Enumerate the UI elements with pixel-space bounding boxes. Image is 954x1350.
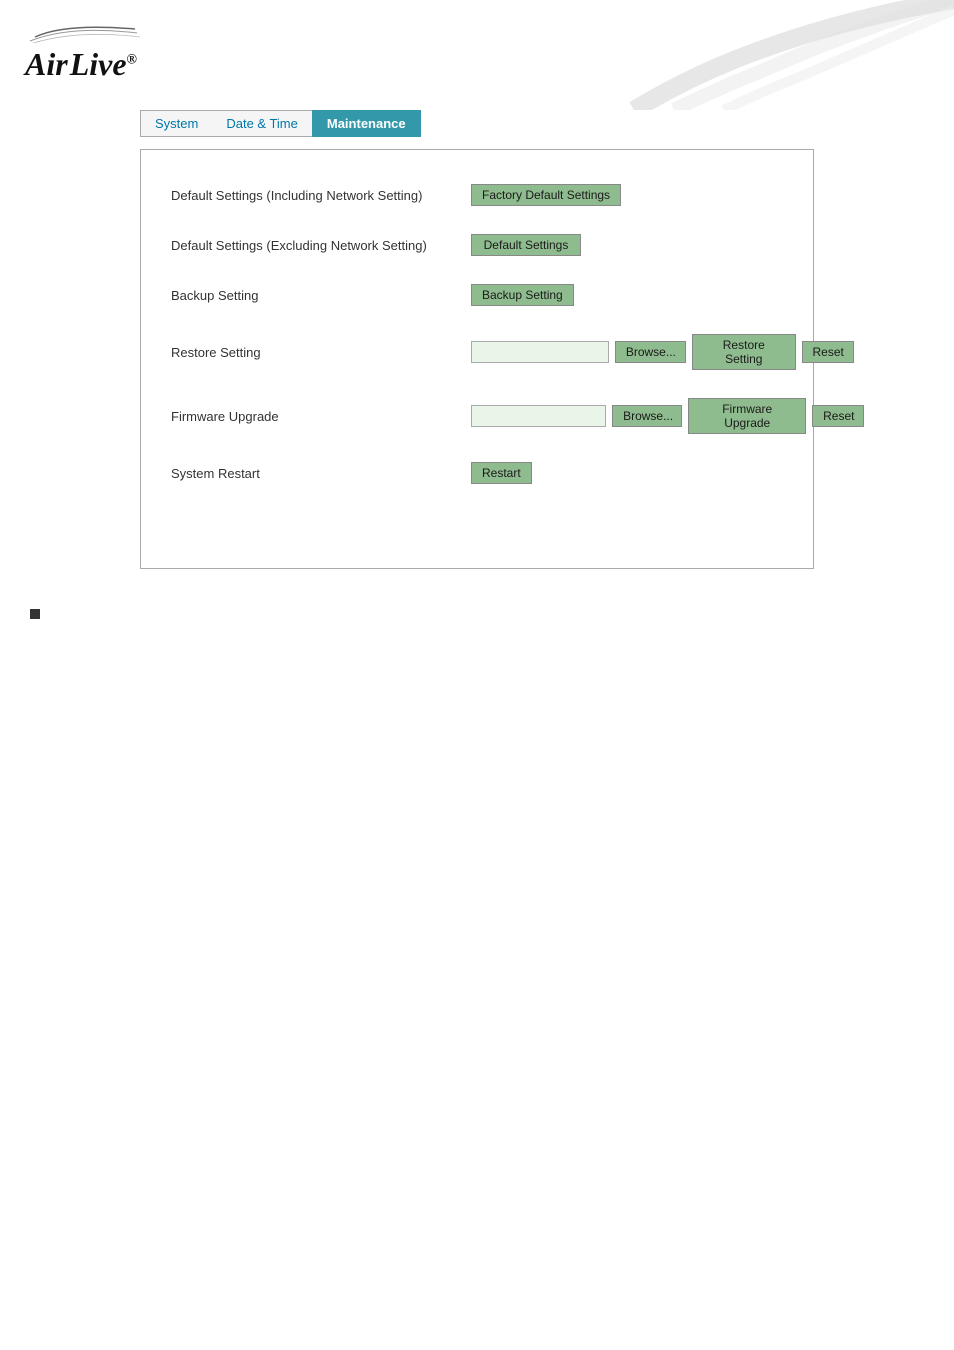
label-default-excluding: Default Settings (Excluding Network Sett… [171, 238, 471, 253]
header-decoration [534, 0, 954, 110]
controls-restore: Browse... Restore Setting Reset [471, 334, 854, 370]
factory-default-button[interactable]: Factory Default Settings [471, 184, 621, 206]
controls-firmware: Browse... Firmware Upgrade Reset [471, 398, 864, 434]
label-default-including: Default Settings (Including Network Sett… [171, 188, 471, 203]
row-restore: Restore Setting Browse... Restore Settin… [171, 320, 783, 384]
firmware-browse-button[interactable]: Browse... [612, 405, 682, 427]
controls-backup: Backup Setting [471, 284, 574, 306]
row-backup: Backup Setting Backup Setting [171, 270, 783, 320]
restart-button[interactable]: Restart [471, 462, 532, 484]
logo-registered-symbol: ® [127, 52, 137, 67]
label-backup: Backup Setting [171, 288, 471, 303]
row-default-including: Default Settings (Including Network Sett… [171, 170, 783, 220]
logo-brand: Air Live® [25, 46, 145, 83]
controls-default-excluding: Default Settings [471, 234, 581, 256]
logo-air-text: Air [25, 46, 68, 83]
tab-maintenance[interactable]: Maintenance [312, 110, 421, 137]
header-curves-svg [534, 0, 954, 110]
firmware-reset-button[interactable]: Reset [812, 405, 864, 427]
backup-setting-button[interactable]: Backup Setting [471, 284, 574, 306]
label-restart: System Restart [171, 466, 471, 481]
default-settings-button[interactable]: Default Settings [471, 234, 581, 256]
firmware-file-input[interactable] [471, 405, 606, 427]
label-restore: Restore Setting [171, 345, 471, 360]
bullet-point [30, 609, 40, 619]
restore-setting-button[interactable]: Restore Setting [692, 334, 795, 370]
navigation-tabs: System Date & Time Maintenance [0, 110, 954, 137]
logo: Air Live® [25, 15, 145, 83]
restore-reset-button[interactable]: Reset [802, 341, 855, 363]
firmware-upgrade-button[interactable]: Firmware Upgrade [688, 398, 806, 434]
header: Air Live® [0, 0, 954, 110]
row-restart: System Restart Restart [171, 448, 783, 498]
main-content: Default Settings (Including Network Sett… [140, 149, 814, 569]
logo-live-text: Live® [70, 46, 137, 83]
controls-default-including: Factory Default Settings [471, 184, 621, 206]
logo-swoosh-icon [25, 15, 145, 43]
row-default-excluding: Default Settings (Excluding Network Sett… [171, 220, 783, 270]
controls-restart: Restart [471, 462, 532, 484]
tab-system[interactable]: System [140, 110, 212, 137]
restore-browse-button[interactable]: Browse... [615, 341, 686, 363]
row-firmware: Firmware Upgrade Browse... Firmware Upgr… [171, 384, 783, 448]
label-firmware: Firmware Upgrade [171, 409, 471, 424]
restore-file-input[interactable] [471, 341, 609, 363]
tab-date-time[interactable]: Date & Time [212, 110, 312, 137]
